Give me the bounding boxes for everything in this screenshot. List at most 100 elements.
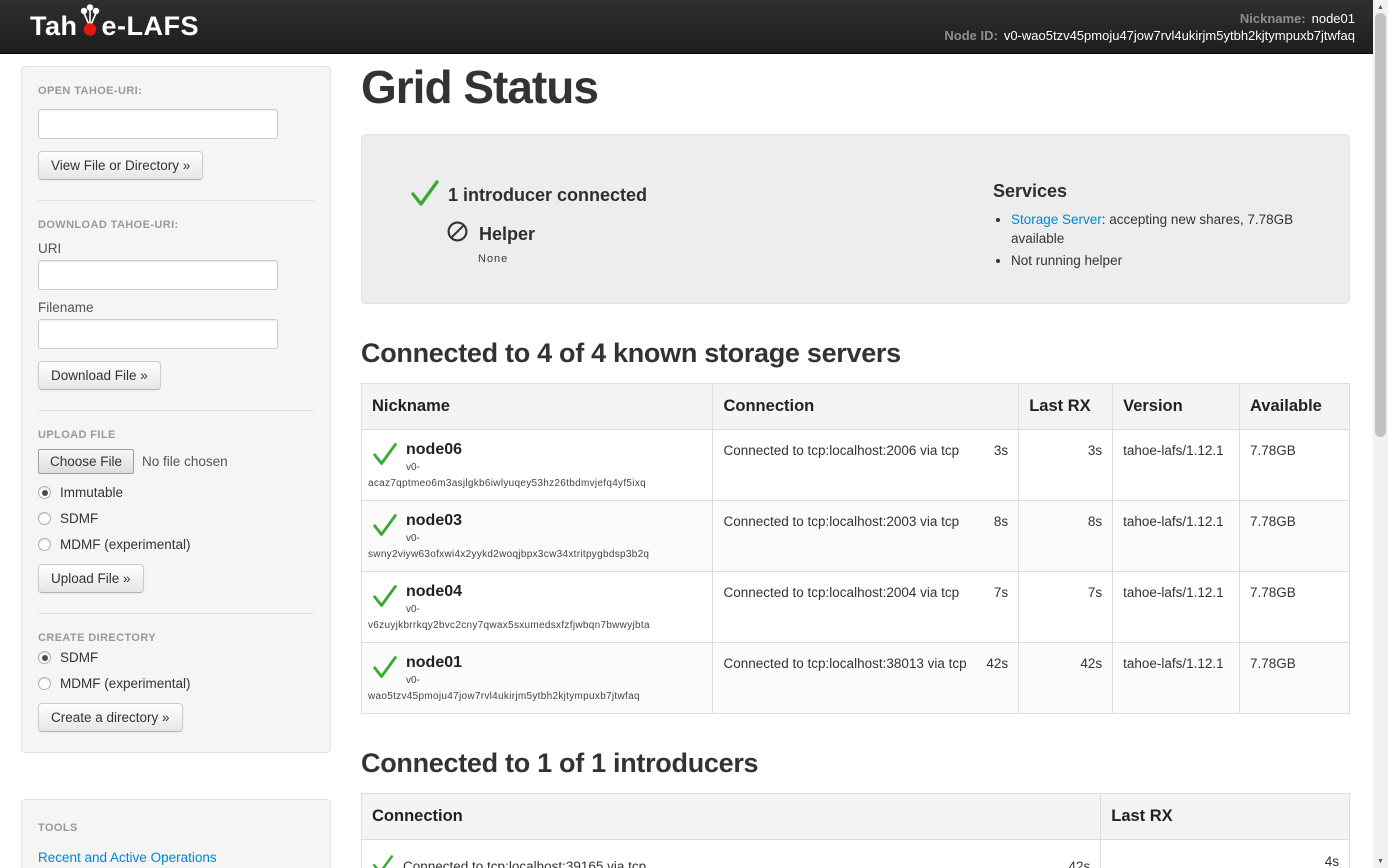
helper-value: None <box>478 253 993 265</box>
server-nickname: node01 <box>406 653 462 672</box>
check-icon <box>372 511 406 544</box>
connection-text: Connected to tcp:localhost:39165 via tcp <box>403 859 1058 868</box>
radio-button-icon[interactable] <box>38 677 51 690</box>
server-id: v6zuyjkbrrkqy2bvc2cny7qwax5sxumedsxfzfjw… <box>368 619 706 632</box>
available-value: 7.78GB <box>1240 643 1350 714</box>
create-directory-button[interactable]: Create a directory » <box>38 703 183 732</box>
last-rx-value: 42s <box>1019 643 1113 714</box>
version-value: tahoe-lafs/1.12.1 <box>1113 643 1240 714</box>
scroll-up-arrow-icon[interactable]: ▲ <box>1373 0 1388 14</box>
col-nickname: Nickname <box>362 384 713 430</box>
create-directory-label: CREATE DIRECTORY <box>38 632 314 644</box>
dir-radio-sdmf[interactable]: SDMF <box>38 650 314 665</box>
tahoe-lafs-logo: Tah e-LAFS <box>30 3 199 50</box>
logo-text-pre: Tah <box>30 11 78 42</box>
table-row: node04 v0- v6zuyjkbrrkqy2bvc2cny7qwax5sx… <box>362 572 1350 643</box>
radio-button-icon[interactable] <box>38 512 51 525</box>
tools-label: TOOLS <box>38 822 314 834</box>
introducers-heading: Connected to 1 of 1 introducers <box>361 748 1350 779</box>
server-nickname: node03 <box>406 511 462 530</box>
nickname-label: Nickname: <box>1240 10 1306 27</box>
server-id-prefix: v0- <box>406 604 462 615</box>
server-id-prefix: v0- <box>406 533 462 544</box>
tahoe-tree-icon <box>78 3 102 50</box>
upload-radio-sdmf[interactable]: SDMF <box>38 511 314 526</box>
sidebar-tools: TOOLS Recent and Active Operations <box>21 799 331 868</box>
server-nickname: node06 <box>406 440 462 459</box>
check-icon <box>372 582 406 615</box>
last-rx-value: 7s <box>1019 572 1113 643</box>
download-filename-input[interactable] <box>38 319 278 349</box>
check-icon <box>410 179 448 212</box>
radio-button-icon[interactable] <box>38 538 51 551</box>
helper-label: Helper <box>479 224 535 245</box>
upload-file-button[interactable]: Upload File » <box>38 564 144 593</box>
last-rx-value: 8s <box>1019 501 1113 572</box>
view-file-button[interactable]: View File or Directory » <box>38 151 203 180</box>
services-panel: Services Storage Server: accepting new s… <box>993 179 1325 273</box>
grid-status-panel: 1 introducer connected Helper None Servi… <box>361 134 1350 304</box>
check-icon <box>372 653 406 686</box>
storage-servers-table: Nickname Connection Last RX Version Avai… <box>361 383 1350 714</box>
col-last-rx: Last RX <box>1019 384 1113 430</box>
version-value: tahoe-lafs/1.12.1 <box>1113 501 1240 572</box>
open-uri-input[interactable] <box>38 109 278 139</box>
server-id-prefix: v0- <box>406 675 462 686</box>
server-id: swny2viyw63ofxwi4x2yykd2woqjbpx3cw34xtri… <box>368 548 706 561</box>
app-header: Tah e-LAFS Nickname: node01 Node ID: v0-… <box>0 0 1373 54</box>
sidebar-controls: OPEN TAHOE-URI: View File or Directory »… <box>21 66 331 753</box>
download-file-button[interactable]: Download File » <box>38 361 161 390</box>
connection-status: 1 introducer connected Helper None <box>410 179 993 273</box>
server-nickname: node04 <box>406 582 462 601</box>
connection-text: Connected to tcp:localhost:2006 via tcp <box>723 443 959 458</box>
col-connection: Connection <box>713 384 1019 430</box>
server-id-prefix: v0- <box>406 462 462 473</box>
connection-age: 42s <box>986 656 1008 671</box>
connection-text: Connected to tcp:localhost:38013 via tcp <box>723 656 966 671</box>
check-icon <box>372 854 403 868</box>
scroll-down-arrow-icon[interactable]: ▼ <box>1373 854 1388 868</box>
connection-age: 3s <box>994 443 1008 458</box>
available-value: 7.78GB <box>1240 501 1350 572</box>
page-title: Grid Status <box>361 60 1350 114</box>
table-row: Connected to tcp:localhost:39165 via tcp… <box>362 840 1350 868</box>
dir-radio-mdmf[interactable]: MDMF (experimental) <box>38 676 314 691</box>
storage-servers-heading: Connected to 4 of 4 known storage server… <box>361 338 1350 369</box>
col-connection: Connection <box>362 794 1101 840</box>
connection-age: 8s <box>994 514 1008 529</box>
scrollbar-thumb[interactable] <box>1375 13 1386 437</box>
file-chosen-status: No file chosen <box>142 454 228 469</box>
upload-radio-mdmf[interactable]: MDMF (experimental) <box>38 537 314 552</box>
radio-button-icon[interactable] <box>38 486 51 499</box>
server-id: wao5tzv45pmoju47jow7rvl4ukirjm5ytbh2kjty… <box>368 690 706 703</box>
col-last-rx: Last RX <box>1101 794 1350 840</box>
table-row: node06 v0- acaz7qptmeo6m3asjlgkb6iwlyuqe… <box>362 430 1350 501</box>
last-rx-value: 4s <box>1101 840 1350 868</box>
table-header-row: Connection Last RX <box>362 794 1350 840</box>
filename-field-label: Filename <box>38 300 314 315</box>
connection-text: Connected to tcp:localhost:2003 via tcp <box>723 514 959 529</box>
last-rx-value: 3s <box>1019 430 1113 501</box>
table-row: node03 v0- swny2viyw63ofxwi4x2yykd2woqjb… <box>362 501 1350 572</box>
version-value: tahoe-lafs/1.12.1 <box>1113 572 1240 643</box>
download-uri-input[interactable] <box>38 260 278 290</box>
check-icon <box>372 440 406 473</box>
radio-button-icon[interactable] <box>38 651 51 664</box>
main-content: Grid Status 1 introducer connected Helpe… <box>361 54 1350 868</box>
connection-age: 42s <box>1068 859 1090 868</box>
upload-radio-immutable[interactable]: Immutable <box>38 485 314 500</box>
upload-file-section: UPLOAD FILE Choose File No file chosen I… <box>38 411 314 614</box>
nickname-value: node01 <box>1312 10 1355 27</box>
open-uri-section: OPEN TAHOE-URI: View File or Directory » <box>38 67 314 201</box>
connection-text: Connected to tcp:localhost:2004 via tcp <box>723 585 959 600</box>
vertical-scrollbar[interactable]: ▲ ▼ <box>1373 0 1388 868</box>
choose-file-button[interactable]: Choose File <box>38 449 134 474</box>
node-info: Nickname: node01 Node ID: v0-wao5tzv45pm… <box>944 10 1355 44</box>
node-id-value: v0-wao5tzv45pmoju47jow7rvl4ukirjm5ytbh2k… <box>1004 27 1355 44</box>
col-version: Version <box>1113 384 1240 430</box>
introducer-status-text: 1 introducer connected <box>448 185 647 206</box>
col-available: Available <box>1240 384 1350 430</box>
storage-server-link[interactable]: Storage Server <box>1011 212 1102 227</box>
service-item-storage: Storage Server: accepting new shares, 7.… <box>1011 210 1325 248</box>
recent-operations-link[interactable]: Recent and Active Operations <box>38 850 217 865</box>
